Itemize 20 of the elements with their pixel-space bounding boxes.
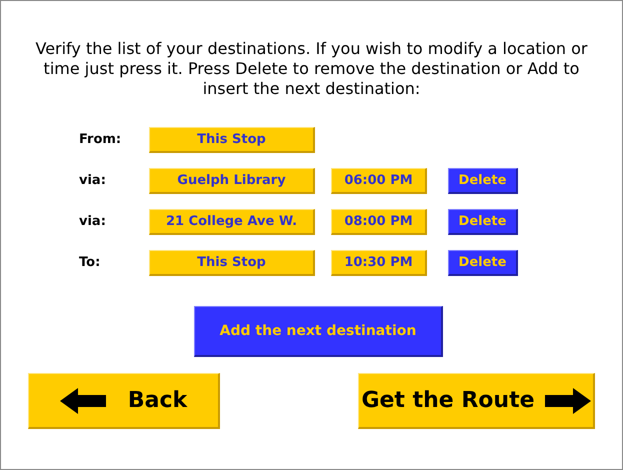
location-button[interactable]: Guelph Library — [149, 168, 315, 194]
delete-button[interactable]: Delete — [448, 250, 518, 276]
get-route-button[interactable]: Get the Route — [358, 373, 595, 429]
location-button[interactable]: 21 College Ave W. — [149, 209, 315, 235]
instructions-text: Verify the list of your destinations. If you wish to modify a location or time just press it. Press Delete to remove the destination or Add to insert the next destination: — [34, 39, 588, 99]
right-arrow-icon — [544, 388, 591, 414]
time-button[interactable]: 06:00 PM — [331, 168, 427, 194]
delete-button[interactable]: Delete — [448, 209, 518, 235]
stop-label: From: — [79, 131, 122, 150]
back-button[interactable]: Back — [28, 373, 220, 429]
time-button[interactable]: 10:30 PM — [331, 250, 427, 276]
location-button[interactable]: This Stop — [149, 127, 315, 153]
add-destination-button[interactable]: Add the next destination — [194, 306, 443, 357]
stop-label: To: — [79, 254, 102, 272]
time-button[interactable]: 08:00 PM — [331, 209, 427, 235]
location-button[interactable]: This Stop — [149, 250, 315, 276]
delete-button[interactable]: Delete — [448, 168, 518, 194]
stop-label: via: — [79, 213, 107, 232]
left-arrow-icon — [60, 388, 106, 414]
stop-label: via: — [79, 172, 107, 190]
